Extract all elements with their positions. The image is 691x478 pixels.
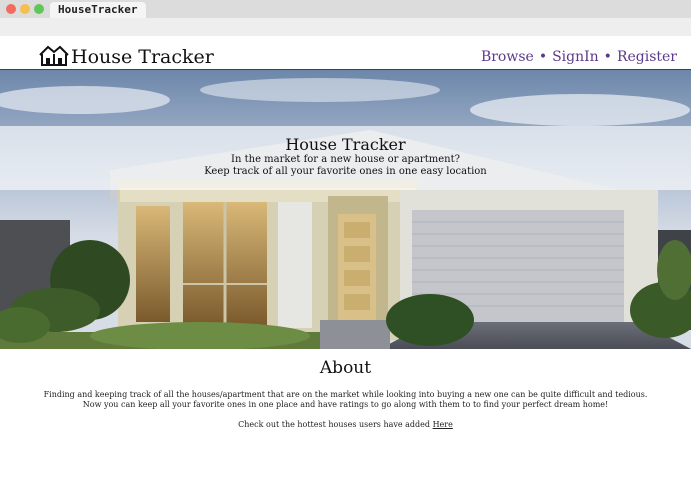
hero-banner: House Tracker In the market for a new ho… xyxy=(0,70,691,349)
hero-tagline: In the market for a new house or apartme… xyxy=(231,154,460,165)
hero-title: House Tracker xyxy=(285,135,406,154)
about-description: Finding and keeping track of all the hou… xyxy=(0,390,691,410)
maximize-window-button[interactable] xyxy=(34,4,44,14)
about-paragraph: Now you can keep all your favorite ones … xyxy=(82,400,609,409)
hottest-houses-text: Check out the hottest houses users have … xyxy=(238,420,431,429)
nav-separator: • xyxy=(538,49,548,65)
nav-browse-link[interactable]: Browse xyxy=(481,49,534,65)
nav-signin-link[interactable]: SignIn xyxy=(552,49,599,65)
hero-tagline-2: Keep track of all your favorite ones in … xyxy=(204,166,487,177)
site-brand[interactable]: House Tracker xyxy=(71,46,214,68)
minimize-window-button[interactable] xyxy=(20,4,30,14)
browser-tab[interactable]: HouseTracker xyxy=(50,2,146,18)
hero-caption: House Tracker In the market for a new ho… xyxy=(0,126,691,190)
site-navbar: House Tracker Browse • SignIn • Register xyxy=(0,36,691,70)
nav-separator: • xyxy=(603,49,612,65)
house-icon[interactable] xyxy=(38,44,70,66)
hottest-houses-line: Check out the hottest houses users have … xyxy=(0,420,691,429)
hero-house-image xyxy=(0,70,691,349)
nav-links: Browse • SignIn • Register xyxy=(481,49,677,65)
about-paragraph: Finding and keeping track of all the hou… xyxy=(43,390,648,399)
close-window-button[interactable] xyxy=(6,4,16,14)
browser-toolbar xyxy=(0,18,691,36)
nav-register-link[interactable]: Register xyxy=(617,49,677,65)
about-heading: About xyxy=(319,358,372,378)
browser-chrome: HouseTracker xyxy=(0,0,691,36)
hottest-houses-link[interactable]: Here xyxy=(433,420,453,429)
